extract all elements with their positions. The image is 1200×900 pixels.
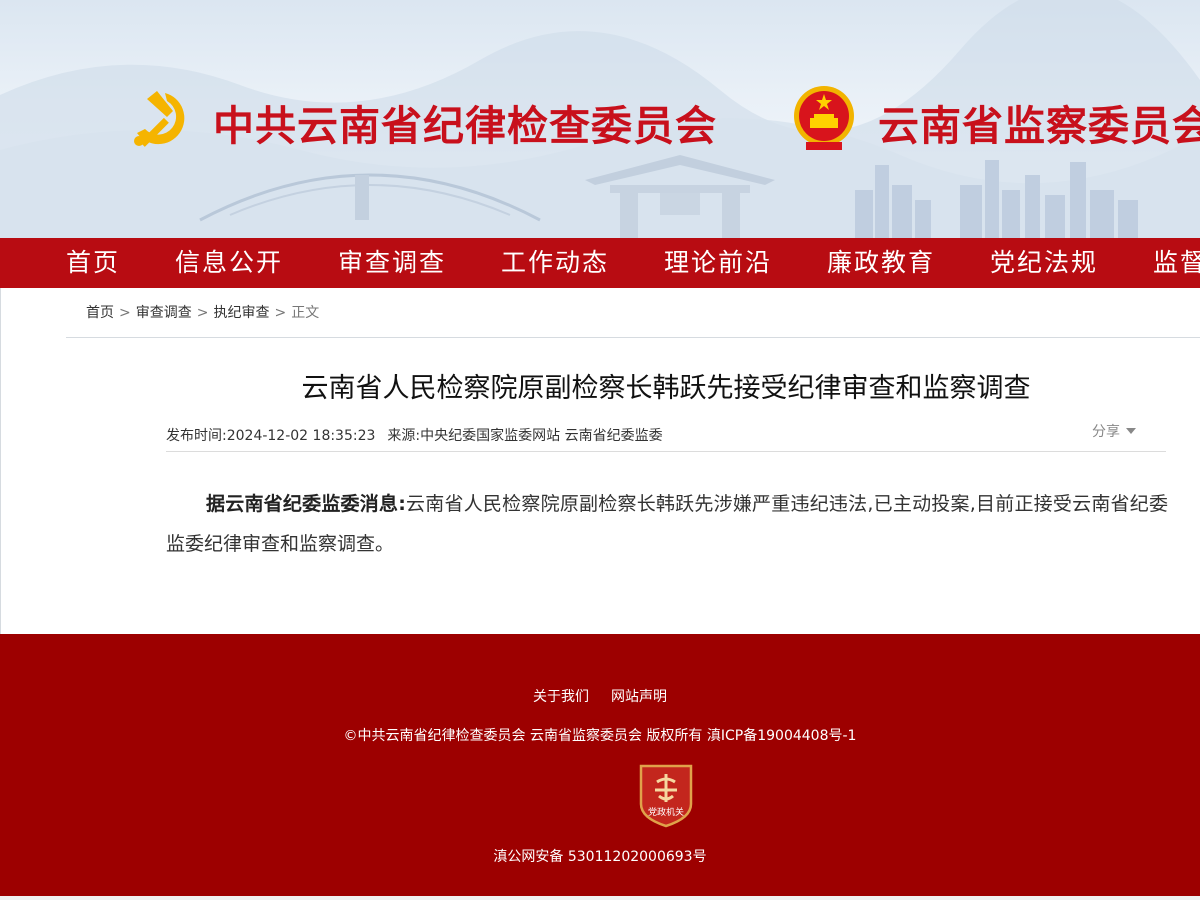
nav-item-review-investigation[interactable]: 审查调查 bbox=[338, 238, 446, 288]
breadcrumb-review-investigation[interactable]: 审查调查 bbox=[136, 305, 192, 321]
bottom-strip bbox=[0, 896, 1200, 900]
source-value: 中央纪委国家监委网站 云南省纪委监委 bbox=[420, 428, 663, 444]
nav-item-regulations[interactable]: 党纪法规 bbox=[990, 238, 1098, 288]
source-label: 来源: bbox=[387, 428, 421, 444]
org-name-supervision: 云南省监察委员会 bbox=[878, 102, 1200, 150]
footer-links: 关于我们 网站声明 bbox=[0, 686, 1200, 706]
article-lead: 据云南省纪委监委消息: bbox=[206, 493, 406, 515]
nav-item-supervision[interactable]: 监督 bbox=[1153, 238, 1200, 288]
share-button[interactable]: 分享 bbox=[1092, 421, 1136, 441]
article-title: 云南省人民检察院原副检察长韩跃先接受纪律审查和监察调查 bbox=[301, 373, 1031, 404]
party-emblem-icon bbox=[134, 91, 185, 147]
chevron-down-icon bbox=[1126, 428, 1136, 434]
national-emblem-icon bbox=[794, 86, 854, 150]
breadcrumb-discipline-review[interactable]: 执纪审查 bbox=[213, 305, 269, 321]
breadcrumb-current: 正文 bbox=[291, 305, 320, 321]
nav-item-info-disclosure[interactable]: 信息公开 bbox=[175, 238, 283, 288]
site-footer: 关于我们 网站声明 ©中共云南省纪律检查委员会 云南省监察委员会 版权所有 滇IC… bbox=[0, 634, 1200, 896]
breadcrumb-separator: > bbox=[196, 305, 209, 321]
nav-item-theory[interactable]: 理论前沿 bbox=[664, 238, 772, 288]
nav-item-integrity-education[interactable]: 廉政教育 bbox=[827, 238, 935, 288]
content-border bbox=[0, 288, 1, 634]
published-time: 2024-12-02 18:35:23 bbox=[226, 428, 376, 444]
footer-link-about[interactable]: 关于我们 bbox=[533, 689, 589, 705]
site-banner: 中共云南省纪律检查委员会 云南省监察委员会 bbox=[0, 0, 1200, 238]
nav-item-home[interactable]: 首页 bbox=[66, 238, 120, 288]
badge-text: 党政机关 bbox=[648, 806, 684, 818]
breadcrumb-home[interactable]: 首页 bbox=[86, 305, 114, 321]
copyright-text: ©中共云南省纪律检查委员会 云南省监察委员会 版权所有 滇ICP备1900440… bbox=[343, 728, 857, 744]
org-name-discipline: 中共云南省纪律检查委员会 bbox=[213, 102, 717, 150]
breadcrumb-separator: > bbox=[274, 305, 287, 321]
footer-link-statement[interactable]: 网站声明 bbox=[611, 689, 667, 705]
police-record[interactable]: 滇公网安备 53011202000693号 bbox=[0, 846, 1200, 866]
published-label: 发布时间: bbox=[166, 428, 227, 444]
breadcrumb-separator: > bbox=[119, 305, 131, 321]
main-nav: 首页 信息公开 审查调查 工作动态 理论前沿 廉政教育 党纪法规 监督 bbox=[0, 238, 1200, 288]
nav-item-work-news[interactable]: 工作动态 bbox=[501, 238, 609, 288]
article-body: 据云南省纪委监委消息:云南省人民检察院原副检察长韩跃先涉嫌严重违纪违法,已主动投… bbox=[166, 484, 1168, 564]
meta-divider bbox=[166, 451, 1166, 452]
party-gov-badge-icon[interactable]: 党政机关 bbox=[637, 762, 695, 828]
breadcrumb: 首页 > 审查调查 > 执纪审查 > 正文 bbox=[86, 302, 319, 322]
article-meta: 发布时间:2024-12-02 18:35:23 来源:中央纪委国家监委网站 云南… bbox=[166, 425, 663, 445]
breadcrumb-divider bbox=[66, 337, 1200, 338]
share-label: 分享 bbox=[1092, 424, 1120, 440]
